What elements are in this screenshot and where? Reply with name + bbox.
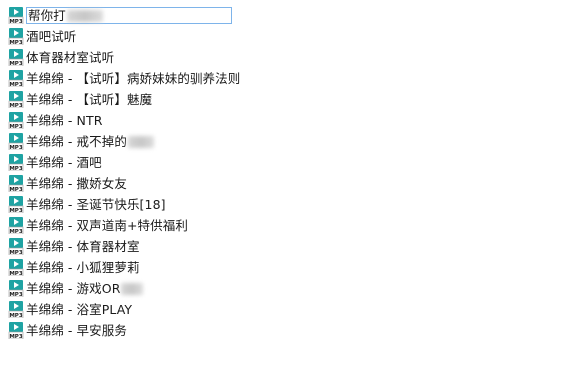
file-name: 羊绵绵 - 浴室PLAY [26,302,133,317]
mp3-file-icon: MP3 [8,238,24,255]
file-row[interactable]: MP3 羊绵绵 - 早安服务 [8,320,568,341]
file-name-cell[interactable]: 羊绵绵 - 圣诞节快乐[18] [26,196,166,213]
mp3-icon-label: MP3 [9,271,23,276]
file-row[interactable]: MP3 羊绵绵 - 撒娇女友 [8,173,568,194]
mp3-icon-label: MP3 [9,208,23,213]
mp3-file-icon: MP3 [8,28,24,45]
mp3-icon-label: MP3 [9,103,23,108]
file-row[interactable]: MP3 羊绵绵 - 浴室PLAY [8,299,568,320]
mp3-file-icon: MP3 [8,301,24,318]
file-row[interactable]: MP3 羊绵绵 - 【试听】魅魔 [8,89,568,110]
mp3-file-icon: MP3 [8,70,24,87]
file-name: 羊绵绵 - 双声道南+特供福利 [26,218,188,233]
file-list: MP3 帮你打 MP3 酒吧试听 MP3 体育器材室试听 MP3 羊绵绵 - 【试听】病娇妹妹… [8,5,568,341]
file-name: 羊绵绵 - 小狐狸萝莉 [26,260,140,275]
mp3-icon-label: MP3 [9,82,23,87]
file-row[interactable]: MP3 羊绵绵 - NTR [8,110,568,131]
mp3-icon-label: MP3 [9,61,23,66]
file-name-cell[interactable]: 羊绵绵 - 小狐狸萝莉 [26,259,140,276]
mp3-file-icon: MP3 [8,280,24,297]
mp3-file-icon: MP3 [8,196,24,213]
mp3-file-icon: MP3 [8,175,24,192]
redacted-text-blur [127,135,154,148]
mp3-file-icon: MP3 [8,7,24,24]
file-row[interactable]: MP3 羊绵绵 - 圣诞节快乐[18] [8,194,568,215]
mp3-file-icon: MP3 [8,322,24,339]
file-name: 羊绵绵 - 圣诞节快乐[18] [26,197,166,212]
file-name-cell[interactable]: 羊绵绵 - 【试听】魅魔 [26,91,152,108]
mp3-icon-label: MP3 [9,334,23,339]
file-name: 羊绵绵 - 戒不掉的 [26,134,127,149]
mp3-file-icon: MP3 [8,133,24,150]
file-name-cell[interactable]: 羊绵绵 - 戒不掉的 [26,133,154,150]
file-name: 羊绵绵 - 【试听】病娇妹妹的驯养法则 [26,71,241,86]
file-name-cell[interactable]: 羊绵绵 - 游戏OR [26,280,144,297]
file-row-selected[interactable]: MP3 帮你打 [8,5,568,26]
mp3-icon-label: MP3 [9,229,23,234]
redacted-text-blur [121,282,144,295]
file-name: 帮你打 [28,8,66,23]
file-row[interactable]: MP3 酒吧试听 [8,26,568,47]
file-name-cell[interactable]: 羊绵绵 - 酒吧 [26,154,102,171]
file-name: 羊绵绵 - 游戏OR [26,281,121,296]
file-name-cell[interactable]: 羊绵绵 - 早安服务 [26,322,127,339]
file-row[interactable]: MP3 羊绵绵 - 小狐狸萝莉 [8,257,568,278]
file-row[interactable]: MP3 羊绵绵 - 体育器材室 [8,236,568,257]
mp3-file-icon: MP3 [8,154,24,171]
file-name: 体育器材室试听 [26,50,115,65]
mp3-icon-label: MP3 [9,292,23,297]
file-name: 酒吧试听 [26,29,77,44]
file-row[interactable]: MP3 羊绵绵 - 戒不掉的 [8,131,568,152]
redacted-text-blur [66,9,103,22]
mp3-icon-label: MP3 [9,187,23,192]
file-name: 羊绵绵 - 【试听】魅魔 [26,92,153,107]
file-name-cell[interactable]: 羊绵绵 - 【试听】病娇妹妹的驯养法则 [26,70,240,87]
mp3-icon-label: MP3 [9,19,23,24]
mp3-icon-label: MP3 [9,145,23,150]
file-name-cell[interactable]: 羊绵绵 - 撒娇女友 [26,175,127,192]
mp3-file-icon: MP3 [8,259,24,276]
file-name-cell[interactable]: 羊绵绵 - 体育器材室 [26,238,140,255]
file-row[interactable]: MP3 羊绵绵 - 双声道南+特供福利 [8,215,568,236]
mp3-icon-label: MP3 [9,166,23,171]
file-row[interactable]: MP3 羊绵绵 - 【试听】病娇妹妹的驯养法则 [8,68,568,89]
file-row[interactable]: MP3 羊绵绵 - 酒吧 [8,152,568,173]
file-row[interactable]: MP3 羊绵绵 - 游戏OR [8,278,568,299]
file-name: 羊绵绵 - 早安服务 [26,323,127,338]
file-name: 羊绵绵 - NTR [26,113,103,128]
mp3-file-icon: MP3 [8,112,24,129]
file-name-cell[interactable]: 羊绵绵 - NTR [26,112,103,129]
file-name: 羊绵绵 - 体育器材室 [26,239,140,254]
mp3-file-icon: MP3 [8,217,24,234]
mp3-file-icon: MP3 [8,91,24,108]
mp3-icon-label: MP3 [9,124,23,129]
file-name-cell[interactable]: 羊绵绵 - 双声道南+特供福利 [26,217,188,234]
file-name-cell[interactable]: 羊绵绵 - 浴室PLAY [26,301,132,318]
file-row[interactable]: MP3 体育器材室试听 [8,47,568,68]
file-name-cell[interactable]: 体育器材室试听 [26,49,114,66]
mp3-icon-label: MP3 [9,250,23,255]
file-name: 羊绵绵 - 酒吧 [26,155,102,170]
mp3-file-icon: MP3 [8,49,24,66]
mp3-icon-label: MP3 [9,313,23,318]
rename-field[interactable]: 帮你打 [26,7,232,24]
file-name: 羊绵绵 - 撒娇女友 [26,176,127,191]
mp3-icon-label: MP3 [9,40,23,45]
file-name-cell[interactable]: 酒吧试听 [26,28,76,45]
